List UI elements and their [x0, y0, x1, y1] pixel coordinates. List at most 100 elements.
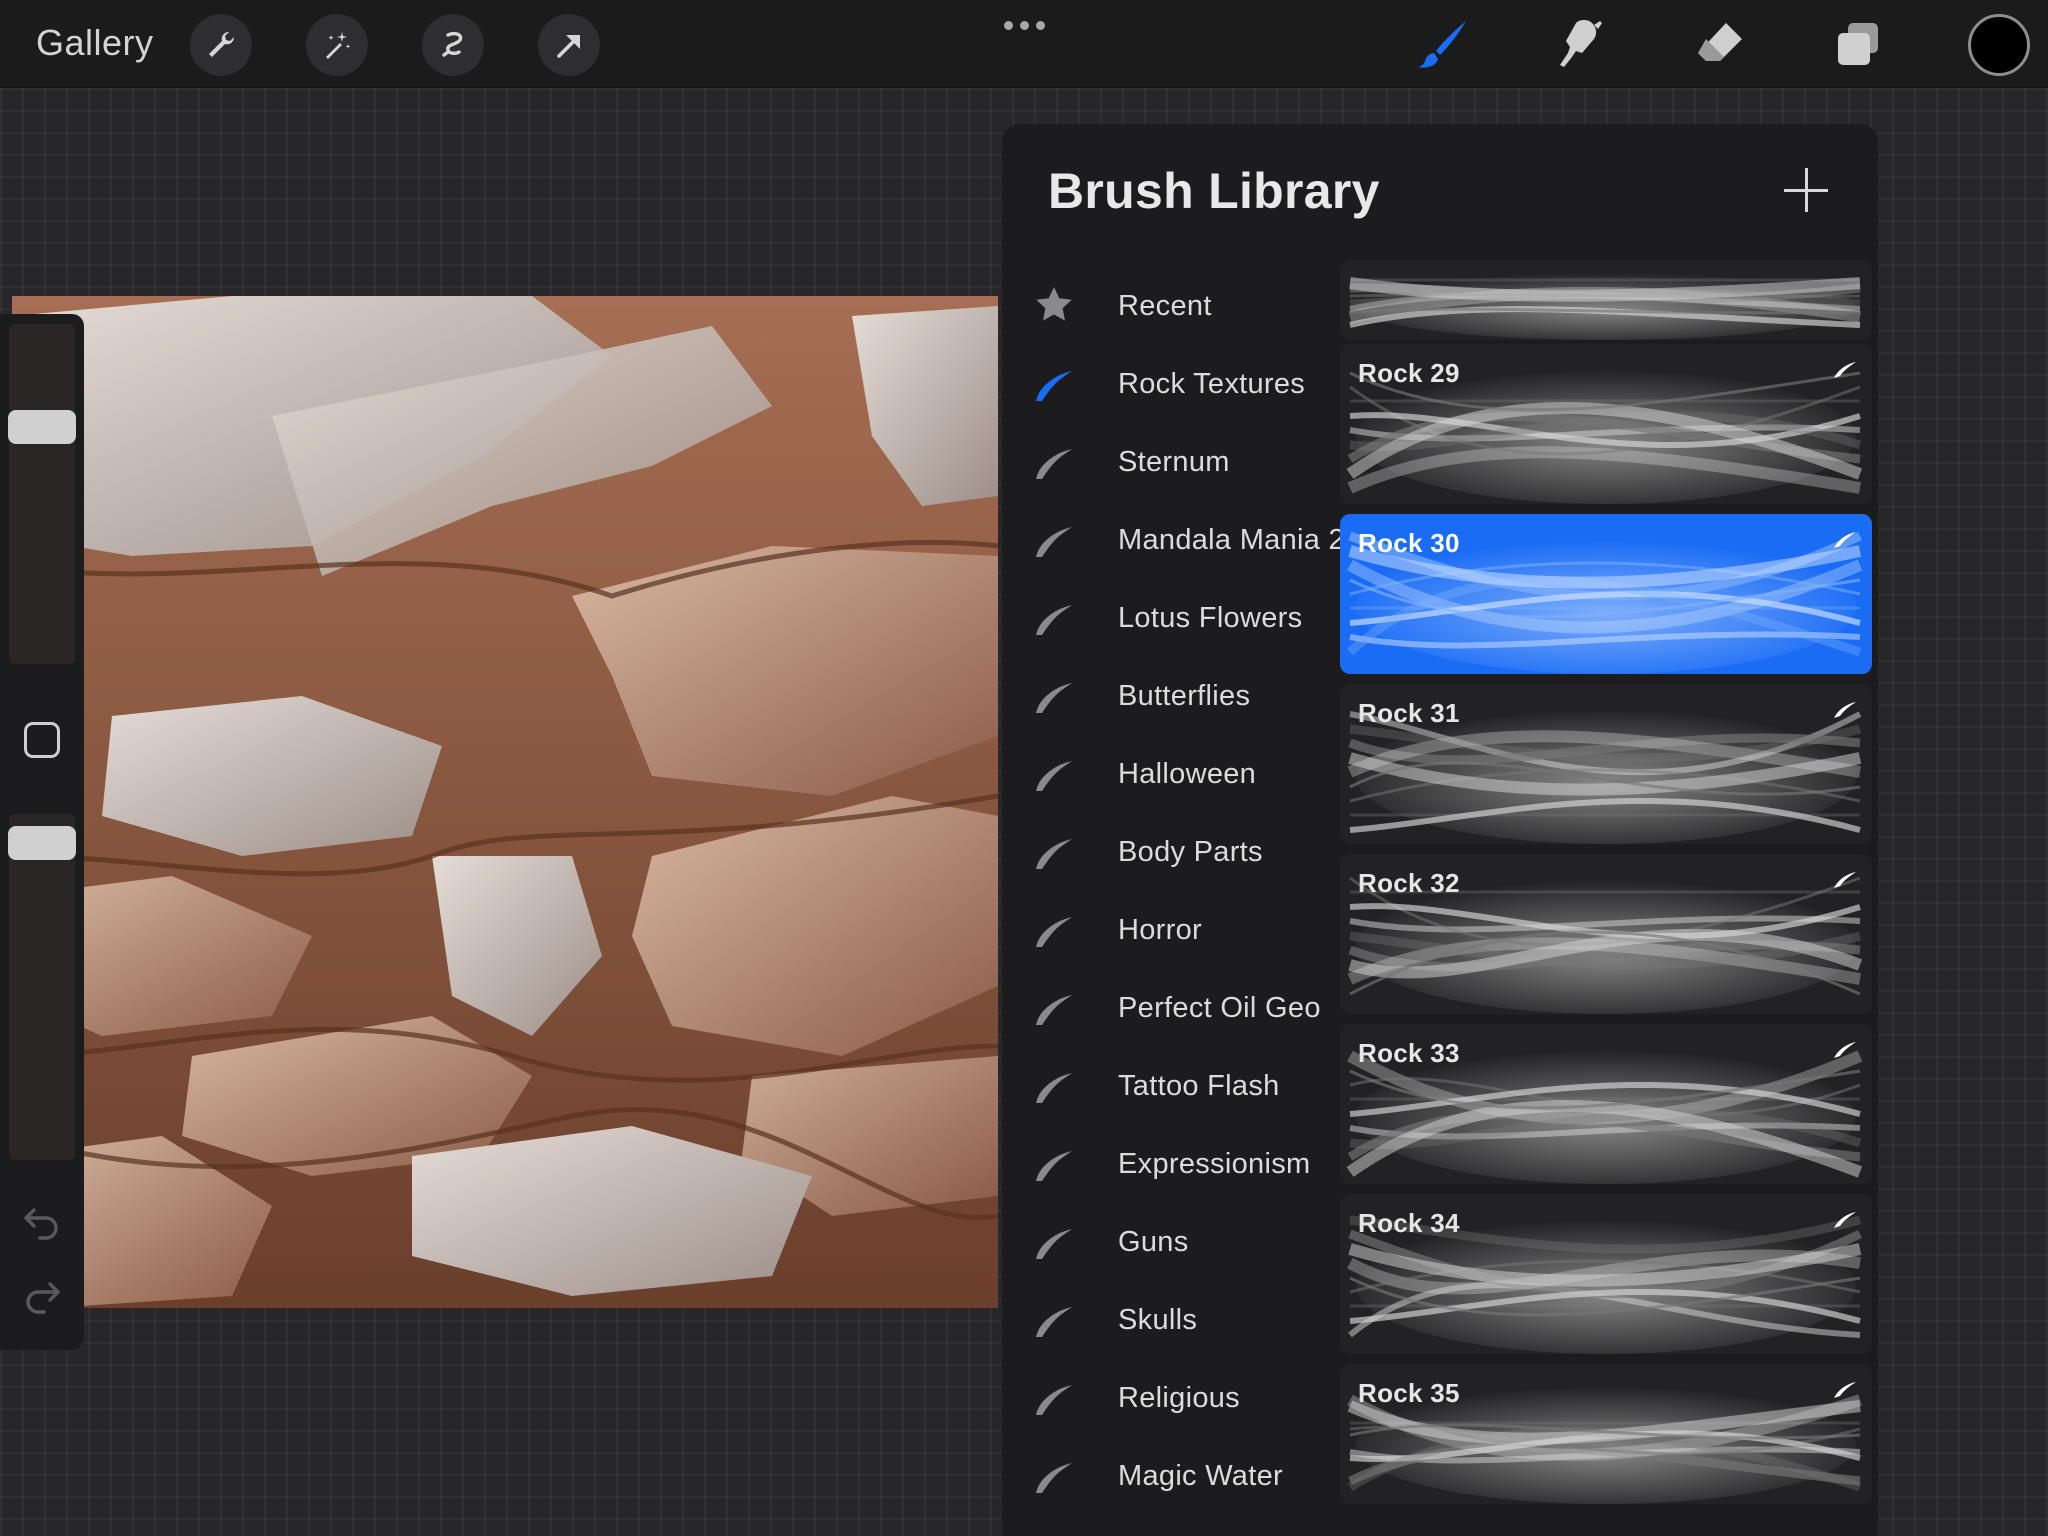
brush-stroke-icon — [1032, 361, 1076, 405]
undo-button[interactable] — [20, 1198, 64, 1242]
adjustments-button[interactable] — [306, 14, 368, 76]
brush-set-item[interactable]: Religious — [1002, 1358, 1340, 1436]
brush-set-item[interactable]: Body Parts — [1002, 812, 1340, 890]
smudge-tool-button[interactable] — [1548, 14, 1612, 76]
star-icon — [1032, 283, 1076, 327]
brush-name: Rock 33 — [1358, 1038, 1460, 1068]
brush-set-item[interactable]: Horror — [1002, 890, 1340, 968]
brush-set-label: Lotus Flowers — [1118, 602, 1303, 634]
brush-set-label: Body Parts — [1118, 836, 1263, 868]
layers-button[interactable] — [1826, 14, 1890, 76]
brush-size-slider[interactable] — [9, 324, 75, 664]
gallery-button[interactable]: Gallery — [36, 22, 154, 64]
brush-stroke-icon — [1032, 829, 1076, 873]
brush-set-item[interactable]: Halloween — [1002, 734, 1340, 812]
brush-stroke-icon — [1032, 517, 1076, 561]
brush-stroke-icon — [1032, 1375, 1076, 1419]
selection-icon — [442, 31, 463, 57]
actions-button[interactable] — [190, 14, 252, 76]
brush-name: Rock 29 — [1358, 358, 1460, 388]
brush-card[interactable]: Rock 29 — [1340, 344, 1872, 504]
dot-icon — [1035, 20, 1045, 30]
selection-button[interactable] — [422, 14, 484, 76]
brush-stroke-icon — [1032, 1063, 1076, 1107]
brush-stroke-icon — [1032, 985, 1076, 1029]
brush-set-item[interactable]: Lotus Flowers — [1002, 578, 1340, 656]
redo-button[interactable] — [20, 1280, 64, 1324]
brush-set-item[interactable]: Expressionism — [1002, 1124, 1340, 1202]
brush-set-label: Religious — [1118, 1382, 1240, 1414]
brush-stroke-icon — [1832, 1040, 1858, 1060]
brush-stroke-icon — [1032, 907, 1076, 951]
eraser-icon — [1698, 23, 1742, 61]
left-sidebar — [0, 314, 84, 1350]
brush-stroke-icon — [1832, 870, 1858, 890]
brush-card[interactable] — [1340, 260, 1872, 340]
opacity-thumb[interactable] — [8, 826, 76, 860]
brush-icon — [1418, 21, 1466, 68]
opacity-slider[interactable] — [9, 814, 75, 1160]
brush-card[interactable]: Rock 30 — [1340, 514, 1872, 674]
brush-set-item[interactable]: Skulls — [1002, 1280, 1340, 1358]
brush-set-item[interactable]: Magic Water — [1002, 1436, 1340, 1514]
brush-card[interactable]: Rock 31 — [1340, 684, 1872, 844]
brush-set-item[interactable]: Perfect Oil Geo — [1002, 968, 1340, 1046]
brush-card[interactable]: Rock 35 — [1340, 1364, 1872, 1504]
brush-name: Rock 35 — [1358, 1378, 1460, 1408]
rock-texture-artwork — [12, 296, 998, 1308]
undo-icon — [24, 1208, 58, 1240]
brush-stroke-icon — [1832, 1210, 1858, 1230]
brush-set-label: Magic Water — [1118, 1460, 1283, 1492]
brush-stroke-icon — [1032, 595, 1076, 639]
eraser-tool-button[interactable] — [1688, 14, 1752, 76]
brush-card[interactable]: Rock 33 — [1340, 1024, 1872, 1184]
brush-set-item[interactable]: Recent — [1002, 266, 1340, 344]
top-toolbar: Gallery — [0, 0, 2048, 88]
brush-name: Rock 32 — [1358, 868, 1460, 898]
brush-set-list: Recent Rock Textures Sternum Mandala Mania … — [1002, 266, 1345, 1514]
magic-wand-icon — [326, 32, 351, 59]
brush-set-item[interactable]: Sternum — [1002, 422, 1340, 500]
brush-set-label: Sternum — [1118, 446, 1230, 478]
brush-stroke-icon — [1032, 1219, 1076, 1263]
brush-card[interactable]: Rock 32 — [1340, 854, 1872, 1014]
brush-stroke-icon — [1032, 1297, 1076, 1341]
brush-set-item[interactable]: Tattoo Flash — [1002, 1046, 1340, 1124]
more-options-button[interactable] — [1000, 10, 1048, 40]
brush-stroke-icon — [1032, 1141, 1076, 1185]
brush-set-label: Halloween — [1118, 758, 1257, 790]
brush-card[interactable]: Rock 34 — [1340, 1194, 1872, 1354]
brush-stroke-icon — [1032, 439, 1076, 483]
wrench-icon — [209, 31, 235, 57]
modify-button[interactable] — [24, 722, 60, 758]
brush-library-panel: Brush Library Recent Rock Textures Sternum… — [1002, 124, 1878, 1536]
smudge-icon — [1560, 20, 1602, 67]
paint-tool-button[interactable] — [1410, 14, 1474, 76]
brush-set-label: Horror — [1118, 914, 1202, 946]
panel-title: Brush Library — [1048, 163, 1380, 219]
brush-stroke-icon — [1032, 673, 1076, 717]
brush-size-thumb[interactable] — [8, 410, 76, 444]
brush-set-item[interactable]: Guns — [1002, 1202, 1340, 1280]
brush-set-label: Tattoo Flash — [1118, 1070, 1280, 1102]
brush-set-item[interactable]: Rock Textures — [1002, 344, 1340, 422]
brush-name: Rock 34 — [1358, 1208, 1460, 1238]
brush-set-label: Rock Textures — [1118, 368, 1306, 400]
brush-set-item[interactable]: Mandala Mania 2 — [1002, 500, 1345, 578]
transform-arrow-icon — [557, 35, 580, 58]
brush-stroke-icon — [1832, 530, 1858, 550]
brush-set-label: Expressionism — [1118, 1148, 1311, 1180]
brush-set-label: Perfect Oil Geo — [1118, 992, 1321, 1024]
brush-set-item[interactable]: Butterflies — [1002, 656, 1340, 734]
brush-stroke-icon — [1832, 700, 1858, 720]
transform-button[interactable] — [538, 14, 600, 76]
layers-icon — [1838, 23, 1878, 65]
canvas-artwork[interactable] — [12, 296, 998, 1308]
add-brush-set-button[interactable] — [1778, 162, 1834, 218]
brush-set-label: Skulls — [1118, 1304, 1198, 1336]
dot-icon — [1019, 20, 1029, 30]
brush-stroke-icon — [1832, 360, 1858, 380]
redo-icon — [26, 1282, 60, 1314]
brush-set-label: Mandala Mania 2 — [1118, 524, 1345, 556]
color-picker-button[interactable] — [1968, 14, 2030, 76]
